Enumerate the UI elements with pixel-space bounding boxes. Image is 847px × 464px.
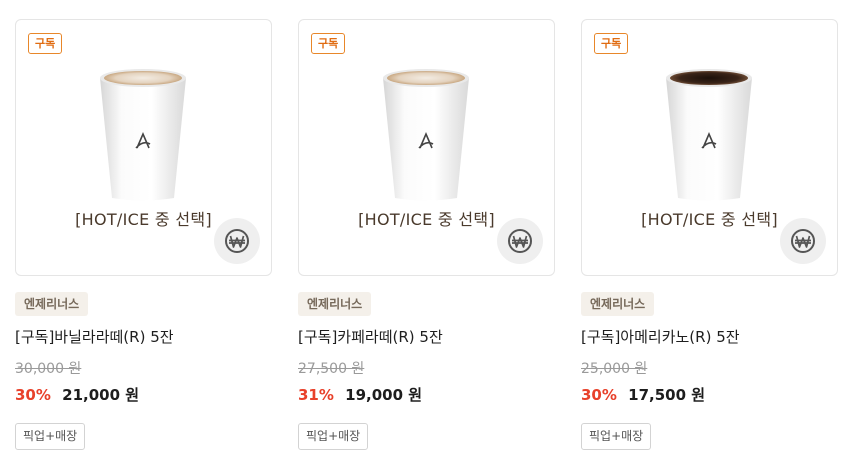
- sale-price: 19,000 원: [345, 386, 423, 404]
- product-name[interactable]: [구독]아메리카노(R) 5잔: [581, 326, 740, 347]
- coffee-cup-image: [666, 69, 752, 201]
- brand-tag: 엔제리너스: [15, 292, 89, 316]
- discount-rate: 30%: [15, 386, 51, 404]
- product-thumbnail[interactable]: 구독 [HOT/ICE 중 선택]: [15, 19, 272, 276]
- won-coin-icon[interactable]: [214, 218, 260, 264]
- pickup-badge: 픽업+매장: [298, 423, 369, 450]
- brand-tag: 엔제리너스: [298, 292, 372, 316]
- subscription-badge: 구독: [311, 33, 346, 54]
- brand-tag: 엔제리너스: [581, 292, 655, 316]
- pickup-badge: 픽업+매장: [15, 423, 86, 450]
- original-price: 25,000 원: [581, 361, 648, 377]
- coffee-cup-image: [383, 69, 469, 201]
- product-name[interactable]: [구독]카페라떼(R) 5잔: [298, 326, 443, 347]
- product-card-cafe-latte[interactable]: 구독 [HOT/ICE 중 선택] 엔제리너스 [구독]카페라떼(R) 5잔 2…: [298, 19, 555, 464]
- price-row: 30% 17,500 원: [581, 384, 705, 405]
- price-row: 31% 19,000 원: [298, 384, 422, 405]
- original-price: 30,000 원: [15, 361, 82, 377]
- original-price: 27,500 원: [298, 361, 365, 377]
- won-coin-icon[interactable]: [497, 218, 543, 264]
- sale-price: 21,000 원: [62, 386, 140, 404]
- product-thumbnail[interactable]: 구독 [HOT/ICE 중 선택]: [581, 19, 838, 276]
- subscription-badge: 구독: [28, 33, 63, 54]
- product-name[interactable]: [구독]바닐라라떼(R) 5잔: [15, 326, 174, 347]
- pickup-badge: 픽업+매장: [581, 423, 652, 450]
- product-card-americano[interactable]: 구독 [HOT/ICE 중 선택] 엔제리너스 [구독]아메리카노(R) 5잔 …: [581, 19, 838, 464]
- won-coin-icon[interactable]: [780, 218, 826, 264]
- subscription-badge: 구독: [594, 33, 629, 54]
- discount-rate: 30%: [581, 386, 617, 404]
- price-row: 30% 21,000 원: [15, 384, 139, 405]
- coffee-cup-image: [100, 69, 186, 201]
- discount-rate: 31%: [298, 386, 334, 404]
- product-grid: 구독 [HOT/ICE 중 선택] 엔제리너스 [구독]바닐라라떼(R) 5잔 …: [0, 0, 847, 464]
- product-card-vanilla-latte[interactable]: 구독 [HOT/ICE 중 선택] 엔제리너스 [구독]바닐라라떼(R) 5잔 …: [15, 19, 272, 464]
- product-thumbnail[interactable]: 구독 [HOT/ICE 중 선택]: [298, 19, 555, 276]
- sale-price: 17,500 원: [628, 386, 706, 404]
